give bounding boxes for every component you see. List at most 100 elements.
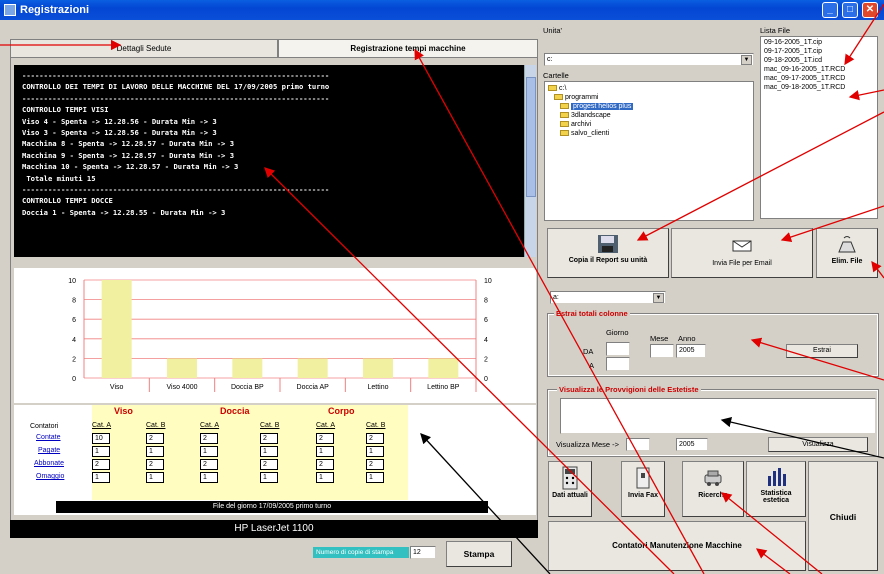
folder-list[interactable]: c:\ programmi progest helios plus 3dlandsca… [544, 81, 754, 221]
counter-field[interactable]: 2 [260, 459, 278, 470]
y-tick-label-right: 10 [484, 278, 492, 285]
email-icon [732, 240, 752, 252]
file-item[interactable]: 09-18-2005_1T.icd [764, 57, 822, 64]
console-line: CONTROLLO TEMPI VISI [22, 105, 109, 115]
counter-field[interactable]: 1 [260, 472, 278, 483]
statistica-button[interactable]: Statistica estetica [746, 461, 806, 517]
bar-chart-svg: 0 0 2 2 4 4 6 6 8 8 10 10 Viso Viso 4000 Doccia BP Docc… [68, 278, 492, 392]
bar [232, 358, 263, 378]
folder-item[interactable]: programmi [554, 94, 598, 101]
counter-field[interactable]: 1 [366, 472, 384, 483]
chiudi-button[interactable]: Chiudi [808, 461, 878, 571]
counter-field[interactable]: 1 [366, 446, 384, 457]
folder-item[interactable]: archivi [560, 121, 591, 128]
counter-field[interactable]: 2 [260, 433, 278, 444]
file-item[interactable]: 09-16-2005_1T.cip [764, 39, 822, 46]
a-giorno-input[interactable] [606, 357, 630, 371]
unit-combo[interactable]: a: ▼ [550, 291, 666, 304]
console-line: Macchina 10 - Spenta -> 12.28.57 - Durat… [22, 162, 239, 172]
folder-item[interactable]: 3dlandscape [560, 112, 611, 119]
visualizza-button[interactable]: Visualizza [768, 437, 868, 452]
counter-field[interactable]: 1 [92, 446, 110, 457]
counter-field[interactable]: 1 [146, 472, 164, 483]
folder-label: Cartelle [543, 71, 569, 80]
counter-field[interactable]: 2 [366, 433, 384, 444]
y-tick-label: 10 [68, 278, 76, 285]
counter-field[interactable]: 1 [146, 446, 164, 457]
folder-icon [560, 121, 569, 128]
folder-item-label: 3dlandscape [571, 112, 611, 119]
counter-field[interactable]: 2 [366, 459, 384, 470]
counter-field[interactable]: 2 [92, 459, 110, 470]
extract-group-label: Estrai totali colonne [554, 309, 630, 318]
email-file-button[interactable]: Invia File per Email [671, 228, 813, 278]
maximize-button[interactable]: □ [842, 2, 858, 18]
contatori-manutenzione-button[interactable]: Contatori Manutenzione Macchine [548, 521, 806, 571]
file-list[interactable]: 09-16-2005_1T.cip 09-17-2005_1T.cip 09-18-… [760, 36, 878, 219]
provvigioni-display [560, 398, 876, 434]
column-header: Cat. B [260, 422, 280, 429]
counters-label: Contatori [30, 423, 59, 430]
folder-item-label: programmi [565, 94, 599, 101]
machine-usage-chart: 0 0 2 2 4 4 6 6 8 8 10 10 Viso Viso 4000 Doccia BP Docc… [14, 268, 536, 403]
counter-field[interactable]: 1 [316, 446, 334, 457]
y-tick-label: 6 [72, 317, 76, 324]
counter-field[interactable]: 2 [200, 433, 218, 444]
console-scrollbar[interactable] [524, 65, 536, 257]
file-item[interactable]: mac_09-18-2005_1T.RCD [764, 84, 845, 91]
folder-item[interactable]: progest helios plus [560, 103, 634, 110]
counter-field[interactable]: 2 [316, 459, 334, 470]
anno-input[interactable]: 2005 [676, 344, 706, 358]
folder-item[interactable]: salvo_clienti [560, 130, 609, 137]
y-tick-label: 0 [72, 376, 76, 383]
da-giorno-input[interactable] [606, 342, 630, 356]
vis-anno-input[interactable]: 2005 [676, 438, 708, 451]
console-scroll-thumb[interactable] [526, 77, 536, 197]
dati-attuali-button[interactable]: Dati attuali [548, 461, 592, 517]
counter-field[interactable]: 2 [146, 459, 164, 470]
mese-input[interactable] [650, 344, 674, 358]
counter-field[interactable]: 1 [200, 446, 218, 457]
console-line: Viso 3 - Spenta -> 12.28.56 - Durata Min… [22, 128, 217, 137]
copy-report-label: Copia il Report su unità [568, 257, 648, 264]
fax-button[interactable]: Invia Fax [621, 461, 665, 517]
file-item[interactable]: mac_09-16-2005_1T.RCD [764, 66, 845, 73]
extract-button[interactable]: Estrai [786, 344, 858, 358]
fax-label: Invia Fax [628, 492, 658, 499]
bar-chart-icon [768, 468, 786, 486]
vis-mese-input[interactable] [626, 438, 650, 451]
copy-report-button[interactable]: Copia il Report su unità [547, 228, 669, 278]
print-button[interactable]: Stampa [446, 541, 512, 567]
folder-item[interactable]: c:\ [548, 85, 566, 92]
search-car-icon [704, 470, 722, 486]
group-header: Doccia [220, 406, 250, 416]
chevron-down-icon[interactable]: ▼ [653, 293, 664, 303]
row-label: Pagate [38, 447, 61, 454]
counter-field[interactable]: 1 [316, 472, 334, 483]
ricerche-button[interactable]: Ricerche [682, 461, 744, 517]
console-line: Macchina 8 - Spenta -> 12.28.57 - Durata… [22, 139, 235, 149]
counter-field[interactable]: 10 [92, 433, 110, 444]
file-item[interactable]: 09-17-2005_1T.cip [764, 48, 822, 55]
folder-icon [548, 85, 557, 92]
a-label: A [589, 361, 595, 370]
counter-field[interactable]: 2 [146, 433, 164, 444]
drive-combo[interactable]: c: ▼ [544, 53, 754, 66]
counter-field[interactable]: 1 [92, 472, 110, 483]
copies-input[interactable]: 12 [410, 546, 436, 559]
tab-registrazione-tempi[interactable]: Registrazione tempi macchine [278, 39, 538, 57]
counter-field[interactable]: 1 [260, 446, 278, 457]
close-button[interactable]: ✕ [862, 2, 878, 18]
tab-dettagli-sedute[interactable]: Dettagli Sedute [10, 39, 278, 57]
title-bar: Registrazioni _ □ ✕ [0, 0, 884, 20]
file-item[interactable]: mac_09-17-2005_1T.RCD [764, 75, 845, 82]
delete-file-button[interactable]: Elim. File [816, 228, 878, 278]
chevron-down-icon[interactable]: ▼ [741, 55, 752, 65]
da-label: DA [583, 347, 594, 356]
counter-field[interactable]: 2 [316, 433, 334, 444]
counter-field[interactable]: 2 [200, 459, 218, 470]
anno-label: Anno [678, 334, 696, 343]
minimize-button[interactable]: _ [822, 2, 838, 18]
statistica-label: Statistica estetica [760, 490, 792, 504]
counter-field[interactable]: 1 [200, 472, 218, 483]
